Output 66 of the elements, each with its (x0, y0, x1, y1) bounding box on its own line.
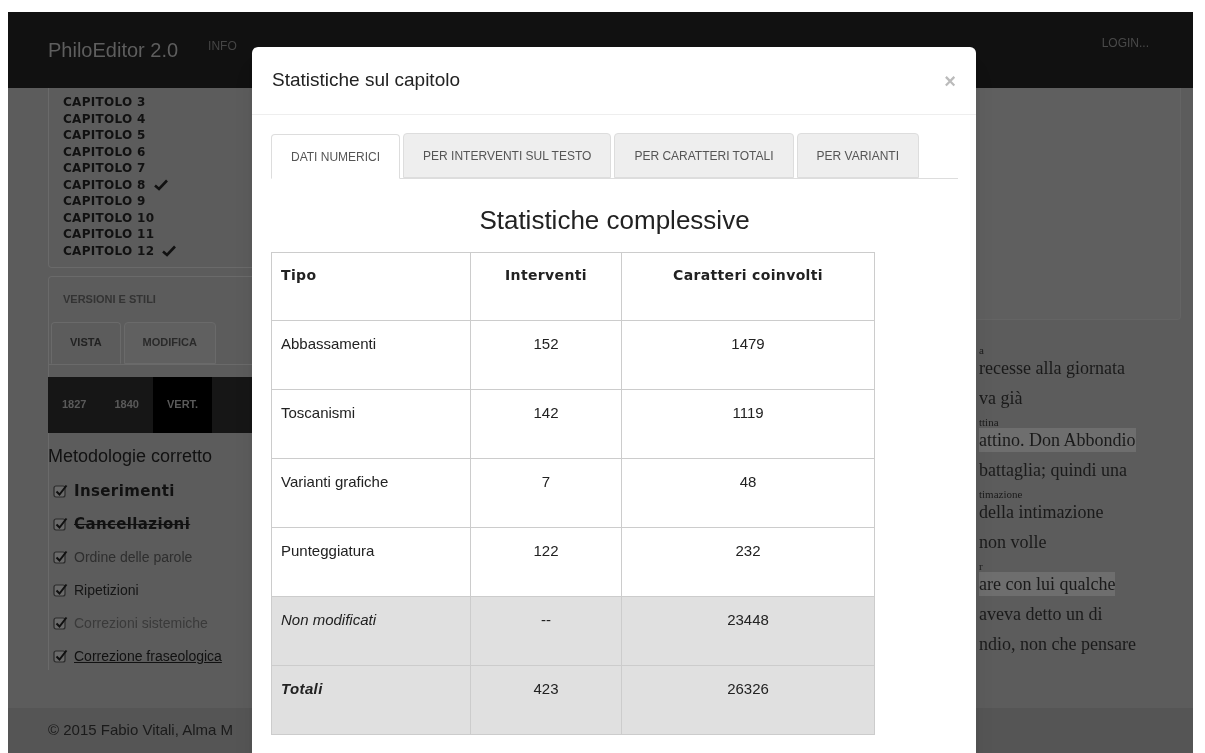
table-cell: 7 (470, 458, 622, 528)
column-header: Caratteri coinvolti (621, 252, 875, 321)
version-button[interactable]: VERT. (152, 376, 213, 433)
checkbox[interactable] (53, 582, 68, 598)
table-cell: 1479 (621, 320, 875, 390)
tab[interactable]: PER VARIANTI (796, 133, 919, 178)
table-cell: 142 (470, 389, 622, 459)
section-heading: Metodologie corretto (48, 444, 214, 468)
section-heading: Statistiche complessive (478, 204, 751, 237)
checkmark-icon (162, 244, 177, 257)
chapter-link[interactable]: CAPITOLO 5 (63, 126, 146, 145)
tab[interactable]: DATI NUMERICI (271, 134, 401, 179)
annotation-text: ttina (979, 416, 999, 428)
chapter-link[interactable]: CAPITOLO 11 (63, 225, 155, 244)
footer-text: © 2015 Fabio Vitali, Alma M (48, 720, 234, 741)
tab[interactable]: PER INTERVENTI SUL TESTO (403, 133, 612, 178)
chapter-link[interactable]: CAPITOLO 12 (63, 241, 155, 260)
method-label: Correzione fraseologica (74, 646, 222, 666)
text-line: battaglia; quindi una (979, 459, 1127, 482)
text-line: recesse alla giornata (979, 357, 1125, 380)
text-line: va già (979, 387, 1023, 410)
text-line: aveva detto un di (979, 603, 1103, 626)
text-line: ndio, non che pensare (979, 633, 1136, 656)
chapter-link[interactable]: CAPITOLO 7 (63, 159, 146, 178)
checkbox[interactable] (53, 516, 68, 532)
tab[interactable]: PER CARATTERI TOTALI (614, 133, 794, 178)
checkbox[interactable] (53, 483, 68, 499)
table-cell: Totali (271, 665, 471, 735)
chapter-link[interactable]: CAPITOLO 10 (63, 208, 155, 227)
table-cell: 26326 (621, 665, 875, 735)
checkbox[interactable] (53, 648, 68, 664)
chapter-link[interactable]: CAPITOLO 3 (63, 93, 146, 112)
table-cell: Varianti grafiche (271, 458, 471, 528)
text-line: della intimazione (979, 501, 1104, 524)
table-cell: Abbassamenti (271, 320, 471, 390)
text-line: non volle (979, 531, 1047, 554)
chapter-link[interactable]: CAPITOLO 8 (63, 175, 146, 194)
tab[interactable]: VISTA (51, 321, 121, 364)
column-header: Tipo (271, 252, 471, 321)
chapter-link[interactable]: CAPITOLO 6 (63, 142, 146, 161)
table-cell: 122 (470, 527, 622, 597)
table-cell: 423 (470, 665, 622, 735)
method-label: Cancellazioni (74, 513, 191, 535)
chapter-link[interactable]: CAPITOLO 4 (63, 109, 146, 128)
method-label: Ripetizioni (74, 580, 139, 600)
table-cell: 48 (621, 458, 875, 528)
brand-title[interactable]: PhiloEditor 2.0 (48, 35, 179, 65)
checkmark-icon (153, 178, 168, 191)
method-label: Inserimenti (74, 480, 175, 502)
modal-title: Statistiche sul capitolo (272, 68, 460, 93)
table-cell: -- (470, 596, 622, 666)
table-cell: 232 (621, 527, 875, 597)
table-cell: Non modificati (271, 596, 471, 666)
table-cell: Punteggiatura (271, 527, 471, 597)
table-cell: 1119 (621, 389, 875, 459)
annotation-text: a (979, 344, 984, 356)
table-cell: 23448 (621, 596, 875, 666)
table-cell: Toscanismi (271, 389, 471, 459)
annotation-text: timazione (979, 488, 1023, 500)
login-link[interactable]: LOGIN... (1101, 34, 1149, 52)
chapter-link[interactable]: CAPITOLO 9 (63, 192, 146, 211)
checkbox[interactable] (53, 615, 68, 631)
column-header: Interventi (470, 252, 622, 321)
table-cell: 152 (470, 320, 622, 390)
checkbox[interactable] (53, 549, 68, 565)
close-button[interactable]: × (944, 70, 956, 91)
